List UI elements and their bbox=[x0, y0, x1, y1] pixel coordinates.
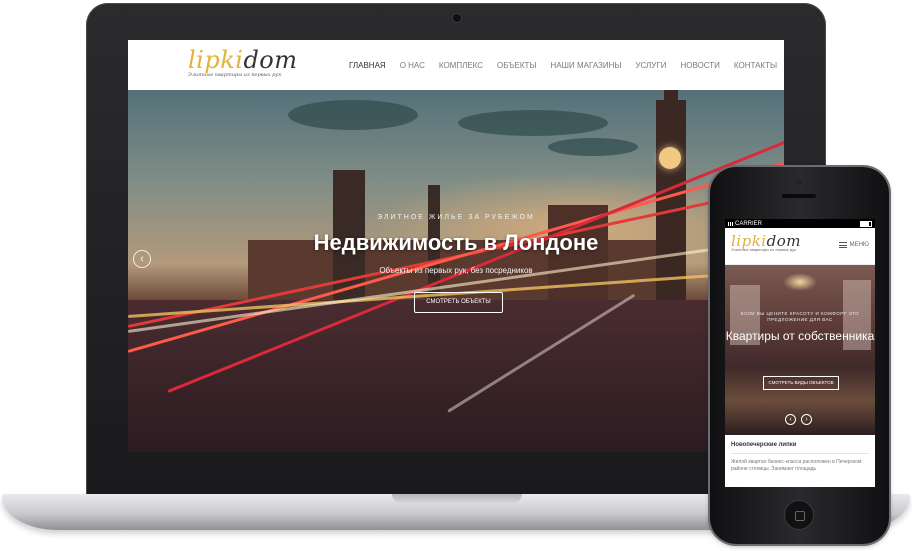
battery-icon bbox=[860, 220, 872, 227]
main-nav: ГЛАВНАЯ О НАС КОМПЛЕКС ОБЪЕКТЫ НАШИ МАГА… bbox=[342, 40, 784, 90]
hero-title: Недвижимость в Лондоне bbox=[313, 230, 599, 255]
mobile-header: lipkidom Элитные квартиры из первых рук … bbox=[725, 228, 875, 265]
menu-label: МЕНЮ bbox=[849, 242, 869, 248]
view-types-button[interactable]: СМОТРЕТЬ ВИДЫ ОБЪЕКТОВ bbox=[763, 376, 839, 390]
mobile-hero-subtitle: ЕСЛИ ВЫ ЦЕНИТЕ КРАСОТУ И КОМФОРТ ЭТО ПРЕ… bbox=[740, 311, 860, 322]
hero-subtitle: ЭЛИТНОЕ ЖИЛЬЕ ЗА РУБЕЖОМ bbox=[377, 214, 535, 221]
logo-wordmark: lipkidom bbox=[188, 46, 298, 74]
site-header: lipkidom Элитные квартиры из первых рук … bbox=[128, 40, 784, 90]
nav-item-objects[interactable]: ОБЪЕКТЫ bbox=[490, 61, 544, 70]
view-objects-button[interactable]: СМОТРЕТЬ ОБЪЕКТЫ bbox=[414, 292, 503, 313]
section-title: Новопечерские липки bbox=[731, 442, 869, 454]
laptop-notch bbox=[392, 494, 522, 503]
hero-slider: ЭЛИТНОЕ ЖИЛЬЕ ЗА РУБЕЖОМ Недвижимость в … bbox=[128, 90, 784, 452]
laptop-camera bbox=[453, 14, 461, 22]
mobile-section: Новопечерские липки Жилой квартал бизнес… bbox=[725, 435, 875, 473]
carrier-label: CARRIER bbox=[735, 220, 763, 227]
phone-speaker bbox=[782, 194, 816, 198]
nav-item-contacts[interactable]: КОНТАКТЫ bbox=[727, 61, 784, 70]
chandelier bbox=[783, 273, 817, 291]
cloud bbox=[548, 138, 638, 156]
hero-description: Объекты из первых рук, без посредников bbox=[379, 266, 533, 275]
hamburger-icon bbox=[838, 242, 847, 248]
mobile-logo-tagline: Элитные квартиры из первых рук bbox=[731, 248, 797, 252]
home-button[interactable] bbox=[784, 500, 814, 530]
signal-icon bbox=[728, 221, 733, 226]
status-left: CARRIER bbox=[728, 221, 762, 227]
mobile-hero-title: Квартиры от собственника bbox=[725, 329, 875, 343]
mobile-hero: ЕСЛИ ВЫ ЦЕНИТЕ КРАСОТУ И КОМФОРТ ЭТО ПРЕ… bbox=[725, 265, 875, 435]
nav-item-news[interactable]: НОВОСТИ bbox=[673, 61, 726, 70]
mobile-next-arrow-icon[interactable]: › bbox=[801, 414, 812, 425]
mobile-logo[interactable]: lipkidom Элитные квартиры из первых рук bbox=[731, 233, 801, 253]
status-bar: CARRIER bbox=[725, 219, 875, 228]
nav-item-complex[interactable]: КОМПЛЕКС bbox=[432, 61, 490, 70]
logo-part-1: lipki bbox=[188, 46, 244, 74]
mobile-menu-button[interactable]: МЕНЮ bbox=[838, 242, 869, 248]
nav-item-shops[interactable]: НАШИ МАГАЗИНЫ bbox=[544, 61, 629, 70]
cloud bbox=[458, 110, 608, 136]
phone-frame: CARRIER lipkidom Элитные квартиры из пер… bbox=[710, 167, 889, 544]
logo-part-2: dom bbox=[243, 46, 298, 74]
nav-item-services[interactable]: УСЛУГИ bbox=[628, 61, 673, 70]
desktop-site: lipkidom Элитные квартиры из первых рук … bbox=[128, 40, 784, 452]
logo-tagline: Элитные квартиры из первых рук bbox=[188, 72, 282, 78]
section-text: Жилой квартал бизнес-класса расположен в… bbox=[731, 459, 862, 472]
slider-prev-arrow-icon[interactable]: ‹ bbox=[133, 250, 151, 268]
mobile-site: CARRIER lipkidom Элитные квартиры из пер… bbox=[725, 219, 875, 487]
home-square-icon bbox=[795, 511, 805, 521]
nav-item-home[interactable]: ГЛАВНАЯ bbox=[342, 61, 393, 70]
nav-item-about[interactable]: О НАС bbox=[393, 61, 432, 70]
big-ben-spire bbox=[664, 90, 678, 110]
clock-face-icon bbox=[659, 147, 681, 169]
phone-camera bbox=[796, 179, 802, 185]
site-logo[interactable]: lipkidom Элитные квартиры из первых рук bbox=[188, 46, 298, 78]
mobile-prev-arrow-icon[interactable]: ‹ bbox=[785, 414, 796, 425]
cloud bbox=[288, 100, 418, 130]
